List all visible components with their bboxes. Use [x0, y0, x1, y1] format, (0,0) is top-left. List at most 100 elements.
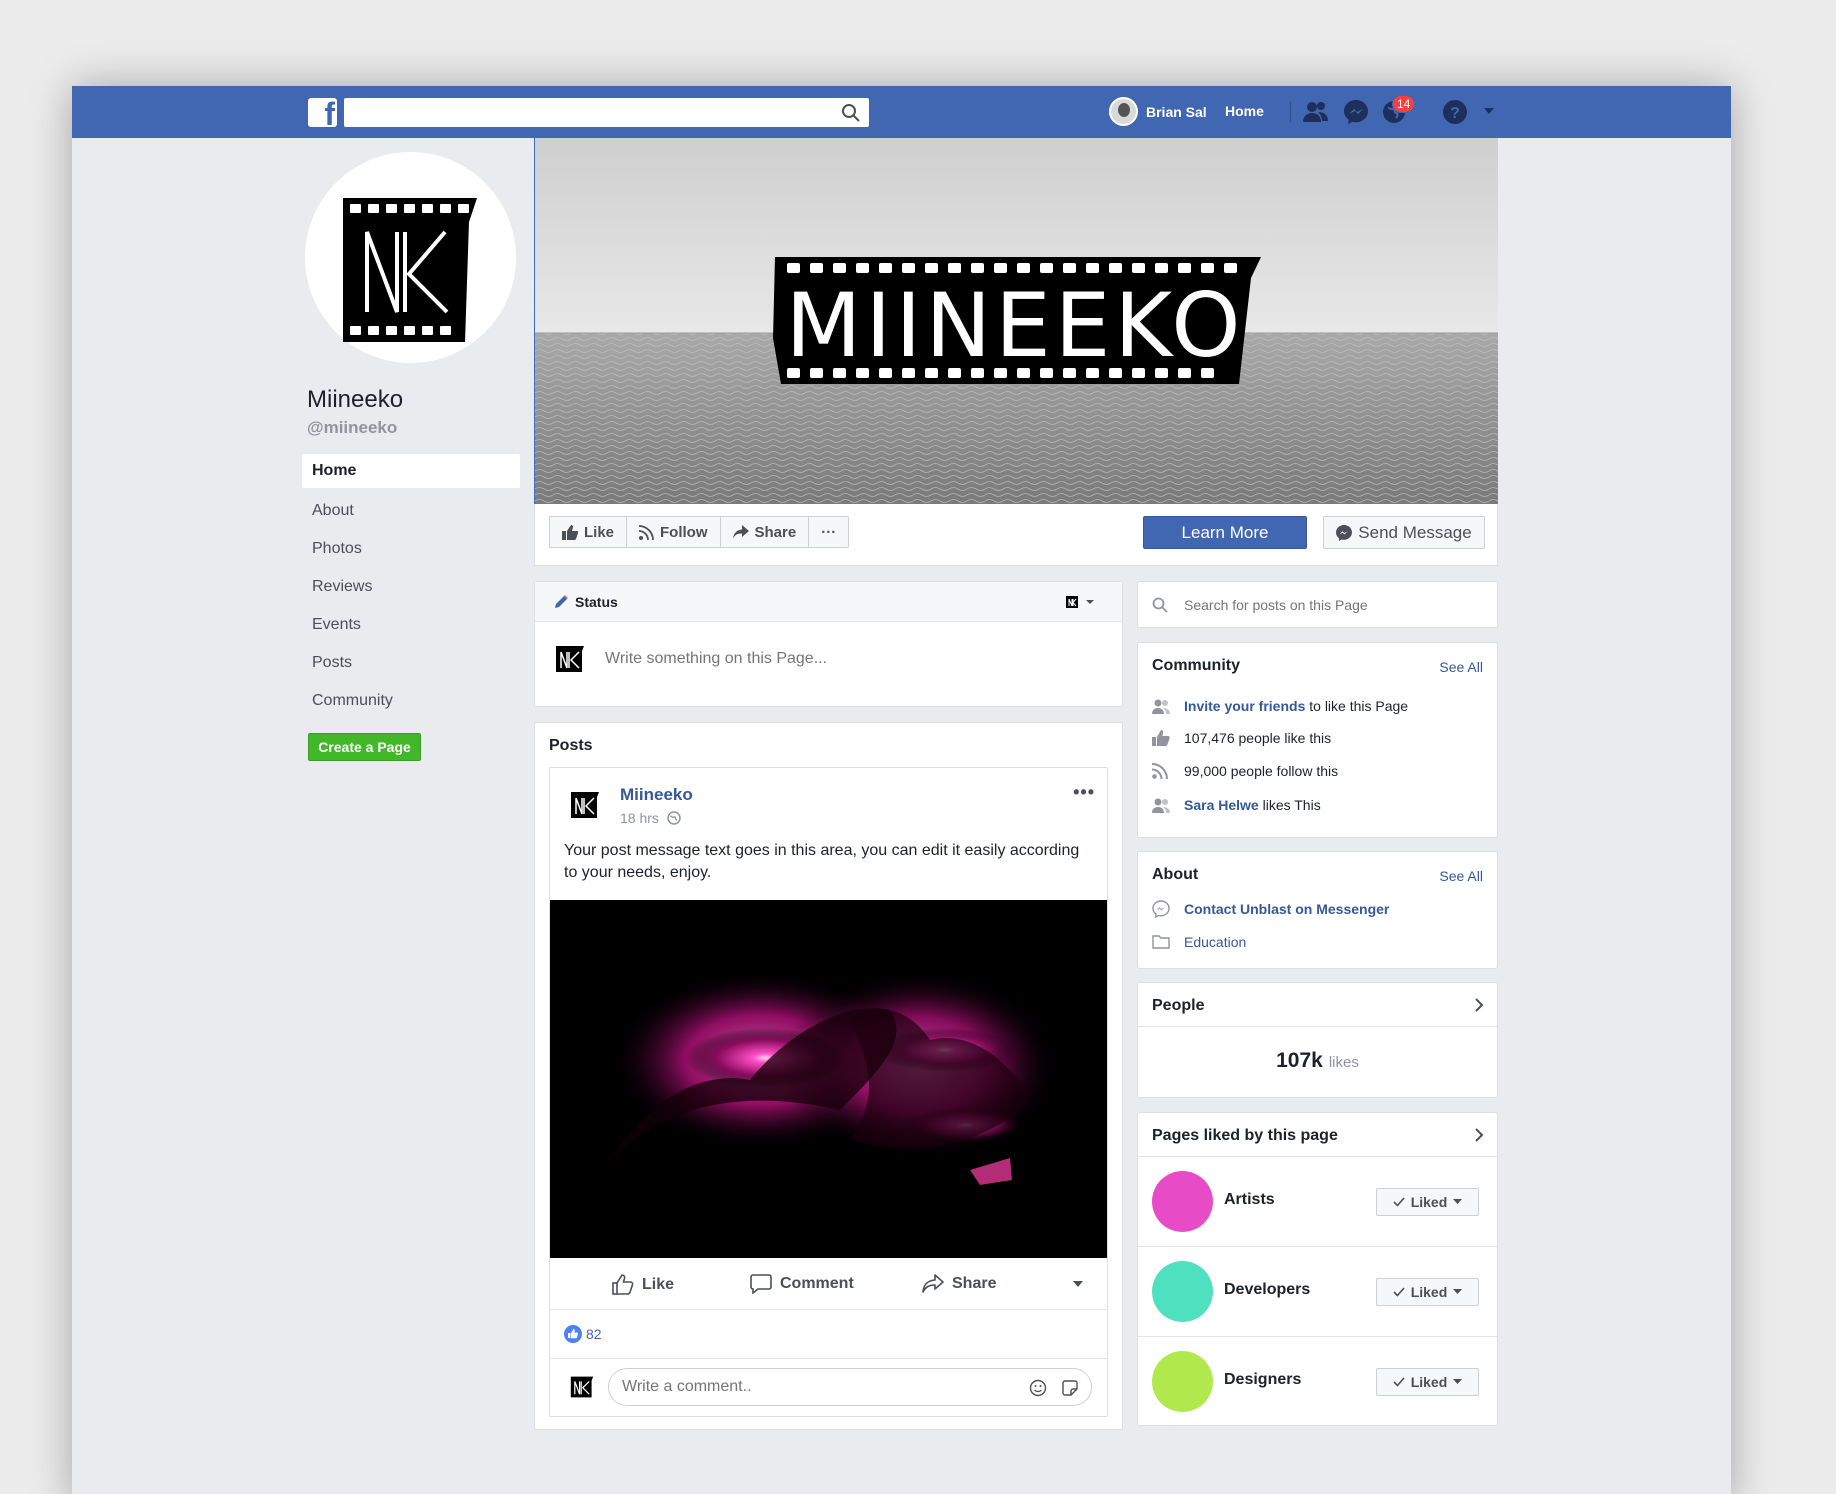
sidebar-item-events[interactable]: Events	[302, 606, 520, 644]
sidebar-item-home[interactable]: Home	[302, 454, 520, 488]
globe-privacy-icon[interactable]	[667, 811, 681, 825]
messenger-outline-icon	[1152, 900, 1170, 918]
sidebar-item-reviews[interactable]: Reviews	[302, 568, 520, 606]
more-actions-button[interactable]: ···	[809, 517, 848, 547]
cover-photo[interactable]: MIINEEKO	[534, 138, 1498, 504]
like-page-button[interactable]: Like	[550, 517, 628, 547]
page-likes-text: 107,476 people like this	[1184, 730, 1332, 746]
liked-page-name[interactable]: Designers	[1224, 1371, 1301, 1389]
post-share-button[interactable]: Share	[922, 1274, 996, 1293]
page-action-bar: Like Follow Share ··· Learn More Send Me…	[534, 504, 1498, 566]
about-see-all-link[interactable]: See All	[1439, 868, 1483, 884]
people-chevron-right-icon[interactable]	[1471, 995, 1487, 1015]
send-message-button[interactable]: Send Message	[1323, 516, 1485, 549]
liked-page-avatar[interactable]	[1152, 1171, 1213, 1232]
liked-page-avatar[interactable]	[1152, 1351, 1213, 1412]
friend-requests-icon[interactable]	[1302, 98, 1330, 126]
likes-thumb-icon	[1152, 730, 1170, 746]
community-card: Community See All Invite your friends to…	[1137, 642, 1498, 838]
pages-liked-chevron-right-icon[interactable]	[1471, 1125, 1487, 1145]
page-avatar-icon	[556, 646, 584, 672]
category-row: Education	[1152, 934, 1246, 950]
page-handle[interactable]: @miineeko	[307, 418, 397, 438]
liked-label: Liked	[1410, 1374, 1448, 1390]
liked-toggle-button[interactable]: Liked	[1376, 1188, 1479, 1216]
post-time-label[interactable]: 18 hrs	[620, 810, 659, 826]
liked-page-name[interactable]: Developers	[1224, 1281, 1310, 1299]
invite-friends-link[interactable]: Invite your friends	[1184, 698, 1305, 714]
post-author-name[interactable]: Miineeko	[620, 785, 693, 805]
rss-icon	[639, 524, 654, 540]
posts-section: Posts Miineeko 18 hrs ••• Your post mess…	[534, 722, 1123, 1430]
page-follows-text: 99,000 people follow this	[1184, 763, 1339, 779]
people-likes-summary: 107k likes	[1138, 1049, 1497, 1073]
notification-badge: 14	[1392, 95, 1416, 113]
help-icon[interactable]: ?	[1441, 98, 1469, 126]
nav-home-link[interactable]: Home	[1225, 103, 1264, 119]
messenger-contact-link[interactable]: Contact Unblast on Messenger	[1184, 901, 1389, 917]
status-tab[interactable]: Status	[535, 582, 1122, 622]
share-arrow-icon	[732, 525, 749, 539]
share-page-label: Share	[754, 523, 797, 541]
page-follows-row: 99,000 people follow this	[1152, 763, 1338, 779]
liked-toggle-button[interactable]: Liked	[1376, 1368, 1479, 1396]
people-likes-number: 107k	[1276, 1049, 1323, 1072]
nav-user-profile[interactable]: Brian Sal	[1109, 97, 1207, 126]
pages-liked-header[interactable]: Pages liked by this page	[1138, 1113, 1497, 1157]
profile-picture[interactable]	[305, 152, 516, 363]
post-comment-button[interactable]: Comment	[750, 1274, 854, 1294]
liked-dropdown-icon	[1453, 1199, 1463, 1204]
liked-label: Liked	[1410, 1284, 1448, 1300]
thumbs-up-outline-icon	[612, 1274, 634, 1295]
messenger-bubble-icon	[1336, 524, 1353, 541]
liked-page-avatar[interactable]	[1152, 1261, 1213, 1322]
status-tab-label: Status	[575, 593, 618, 610]
status-body	[535, 622, 1122, 674]
follow-page-button[interactable]: Follow	[627, 517, 721, 547]
messenger-contact-row: Contact Unblast on Messenger	[1152, 900, 1389, 918]
browser-window: f Brian Sal Home 14 ? Miineeko @miineeko…	[72, 86, 1731, 1494]
post-author-avatar-icon[interactable]	[570, 790, 600, 820]
status-composer: Status	[534, 581, 1123, 707]
emoji-icon[interactable]	[1029, 1379, 1047, 1397]
post-options-button[interactable]: •••	[1073, 782, 1095, 803]
community-see-all-link[interactable]: See All	[1439, 659, 1483, 675]
global-search-input[interactable]	[344, 98, 869, 127]
invite-friends-icon	[1152, 699, 1170, 714]
page-actions-group: Like Follow Share ···	[549, 516, 850, 548]
post-share-label: Share	[952, 1274, 997, 1292]
messenger-icon[interactable]	[1342, 98, 1370, 126]
comment-box	[608, 1368, 1092, 1406]
share-page-button[interactable]: Share	[721, 517, 810, 547]
sidebar-item-posts[interactable]: Posts	[302, 644, 520, 682]
account-menu-chevron-icon[interactable]	[1482, 104, 1496, 118]
post-image[interactable]	[550, 900, 1107, 1258]
category-link[interactable]: Education	[1184, 934, 1246, 950]
sidebar-item-photos[interactable]: Photos	[302, 530, 520, 568]
liked-toggle-button[interactable]: Liked	[1376, 1278, 1479, 1306]
user-name: Brian Sal	[1146, 103, 1207, 120]
facebook-logo-icon[interactable]: f	[308, 98, 337, 127]
comment-bubble-icon	[750, 1274, 772, 1294]
post-card: Miineeko 18 hrs ••• Your post message te…	[549, 767, 1108, 1417]
people-header[interactable]: People	[1138, 983, 1497, 1027]
post-reactions[interactable]: 82	[564, 1325, 602, 1343]
checkmark-icon	[1393, 1287, 1405, 1297]
sticker-icon[interactable]	[1061, 1379, 1079, 1397]
sidebar-item-community[interactable]: Community	[302, 682, 520, 720]
nav-divider	[1290, 102, 1291, 122]
sidebar-item-about[interactable]: About	[302, 492, 520, 530]
post-as-selector-icon[interactable]	[1066, 595, 1096, 609]
search-posts-input[interactable]	[1184, 596, 1474, 613]
send-message-label: Send Message	[1358, 522, 1472, 542]
status-input[interactable]	[605, 650, 1065, 668]
create-page-button[interactable]: Create a Page	[308, 733, 421, 761]
share-options-chevron-icon[interactable]	[1072, 1280, 1084, 1288]
friend-name-link[interactable]: Sara Helwe	[1184, 797, 1259, 813]
comment-input[interactable]	[609, 1369, 989, 1405]
glowing-hands-photo	[550, 900, 1107, 1258]
search-icon[interactable]	[841, 103, 861, 123]
liked-page-name[interactable]: Artists	[1224, 1191, 1275, 1209]
learn-more-button[interactable]: Learn More	[1143, 516, 1307, 549]
post-like-button[interactable]: Like	[612, 1274, 674, 1295]
